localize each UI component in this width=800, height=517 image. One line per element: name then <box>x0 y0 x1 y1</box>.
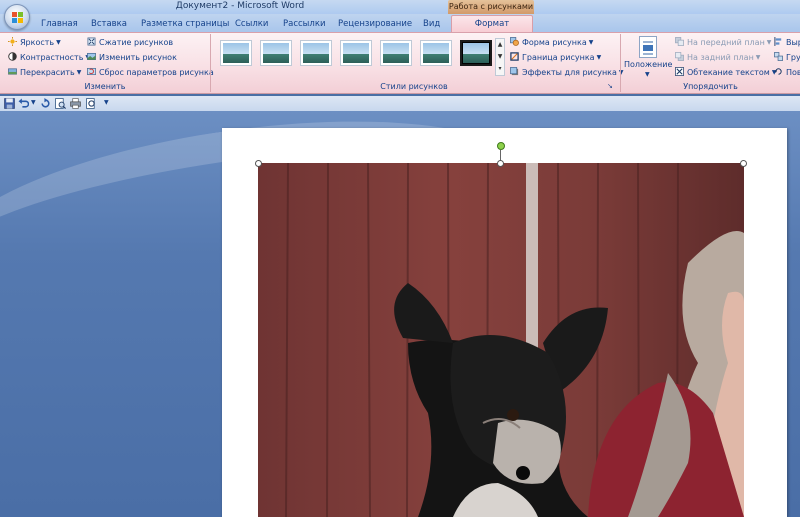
chevron-down-icon: ▼ <box>596 54 602 61</box>
recolor-button[interactable]: Перекрасить ▼ <box>8 66 81 79</box>
print-icon[interactable] <box>70 98 81 109</box>
dialog-launcher-icon[interactable]: ↘ <box>607 82 615 90</box>
change-picture-button[interactable]: Изменить рисунок <box>87 51 177 64</box>
picture-border-label: Граница рисунка <box>522 53 595 62</box>
resize-handle-top-center[interactable] <box>497 160 504 167</box>
bring-to-front-label: На передний план <box>687 38 765 47</box>
chevron-down-icon: ▼ <box>76 69 82 76</box>
chevron-down-icon: ▼ <box>645 71 650 78</box>
align-icon <box>774 37 783 46</box>
position-icon <box>639 36 657 58</box>
tab-format[interactable]: Формат <box>451 15 533 32</box>
reset-picture-button[interactable]: Сброс параметров рисунка <box>87 66 214 79</box>
tab-home[interactable]: Главная <box>41 17 78 32</box>
compress-icon <box>87 37 96 46</box>
window-title: Документ2 - Microsoft Word <box>175 1 305 11</box>
group-label-arrange: Упорядочить <box>683 82 738 91</box>
picture-border-button[interactable]: Граница рисунка ▼ <box>510 51 601 64</box>
send-to-back-label: На задний план <box>687 53 754 62</box>
style-gallery-scroll[interactable]: ▲ ▼ ▾ <box>495 38 505 76</box>
picture-style-thumb[interactable] <box>300 40 332 66</box>
sun-icon <box>8 37 17 46</box>
chevron-down-icon[interactable]: ▼ <box>31 99 36 106</box>
magnifier-icon[interactable] <box>86 98 97 109</box>
send-back-icon <box>675 52 684 61</box>
contrast-label: Контрастность <box>20 53 84 62</box>
tab-view[interactable]: Вид <box>423 17 440 32</box>
picture-style-thumb[interactable] <box>220 40 252 66</box>
resize-handle-top-left[interactable] <box>255 160 262 167</box>
quick-access-toolbar <box>0 96 800 111</box>
picture-shape-icon <box>510 37 519 46</box>
compress-pictures-button[interactable]: Сжатие рисунков <box>87 36 173 49</box>
text-wrapping-label: Обтекание текстом <box>687 68 770 77</box>
text-wrap-icon <box>675 67 684 76</box>
group-icon <box>774 52 783 61</box>
brightness-label: Яркость <box>20 38 55 47</box>
group-objects-button[interactable]: Гру <box>774 51 800 64</box>
contrast-button[interactable]: Контрастность▼ <box>8 51 90 64</box>
tab-page-layout[interactable]: Разметка страницы <box>141 17 229 32</box>
tab-review[interactable]: Рецензирование <box>338 17 412 32</box>
align-label: Выр <box>786 38 800 47</box>
change-picture-label: Изменить рисунок <box>99 53 177 62</box>
resize-handle-top-right[interactable] <box>740 160 747 167</box>
compress-label: Сжатие рисунков <box>99 38 174 47</box>
tab-mailings[interactable]: Рассылки <box>283 17 325 32</box>
change-picture-icon <box>87 52 96 61</box>
more-styles-icon[interactable]: ▾ <box>496 63 504 75</box>
picture-style-thumb[interactable] <box>260 40 292 66</box>
picture-style-thumb-selected[interactable] <box>460 40 492 66</box>
picture-shape-label: Форма рисунка <box>522 38 587 47</box>
bring-front-icon <box>675 37 684 46</box>
picture-border-icon <box>510 52 519 61</box>
group-separator <box>210 34 211 92</box>
picture-shape-button[interactable]: Форма рисунка ▼ <box>510 36 593 49</box>
print-preview-icon[interactable] <box>55 98 66 109</box>
reset-picture-label: Сброс параметров рисунка <box>99 68 214 77</box>
rotate-button[interactable]: Пов <box>774 66 800 79</box>
picture-style-thumb[interactable] <box>340 40 372 66</box>
contrast-icon <box>8 52 17 61</box>
bring-to-front-button[interactable]: На передний план ▼ <box>675 36 771 49</box>
undo-icon[interactable] <box>18 98 30 109</box>
scroll-up-icon[interactable]: ▲ <box>496 39 504 51</box>
picture-effects-label: Эффекты для рисунка <box>522 68 617 77</box>
redo-icon[interactable] <box>40 98 51 109</box>
chevron-down-icon: ▼ <box>755 54 761 61</box>
chevron-down-icon: ▼ <box>766 39 772 46</box>
picture-style-thumb[interactable] <box>420 40 452 66</box>
office-button[interactable] <box>4 4 30 30</box>
selected-picture[interactable] <box>258 163 744 517</box>
align-button[interactable]: Выр <box>774 36 800 49</box>
recolor-icon <box>8 67 17 76</box>
group-label-styles: Стили рисунков <box>380 82 448 91</box>
office-logo-icon <box>12 12 24 24</box>
context-tab-group-title: Работа с рисунками <box>448 0 534 14</box>
group-label-adjust: Изменить <box>84 82 126 91</box>
customize-toolbar-icon[interactable]: ▼ <box>104 99 109 106</box>
rotation-handle[interactable] <box>497 142 505 150</box>
reset-picture-icon <box>87 67 96 76</box>
chevron-down-icon: ▼ <box>588 39 594 46</box>
picture-style-thumb[interactable] <box>380 40 412 66</box>
rotate-icon <box>774 67 783 76</box>
chevron-down-icon: ▼ <box>56 39 61 46</box>
scroll-down-icon[interactable]: ▼ <box>496 51 504 63</box>
text-wrapping-button[interactable]: Обтекание текстом ▼ <box>675 66 776 79</box>
send-to-back-button[interactable]: На задний план ▼ <box>675 51 760 64</box>
tab-insert[interactable]: Вставка <box>91 17 127 32</box>
rotate-label: Пов <box>786 68 800 77</box>
recolor-label: Перекрасить <box>20 68 75 77</box>
brightness-button[interactable]: Яркость ▼ <box>8 36 61 49</box>
group-objects-label: Гру <box>786 53 800 62</box>
position-button[interactable]: Положение ▼ <box>624 34 672 78</box>
dog-photo <box>258 163 744 517</box>
picture-effects-icon <box>510 67 519 76</box>
tab-references[interactable]: Ссылки <box>235 17 268 32</box>
save-icon[interactable] <box>4 98 15 109</box>
position-label: Положение <box>624 60 673 69</box>
picture-effects-button[interactable]: Эффекты для рисунка ▼ <box>510 66 624 79</box>
